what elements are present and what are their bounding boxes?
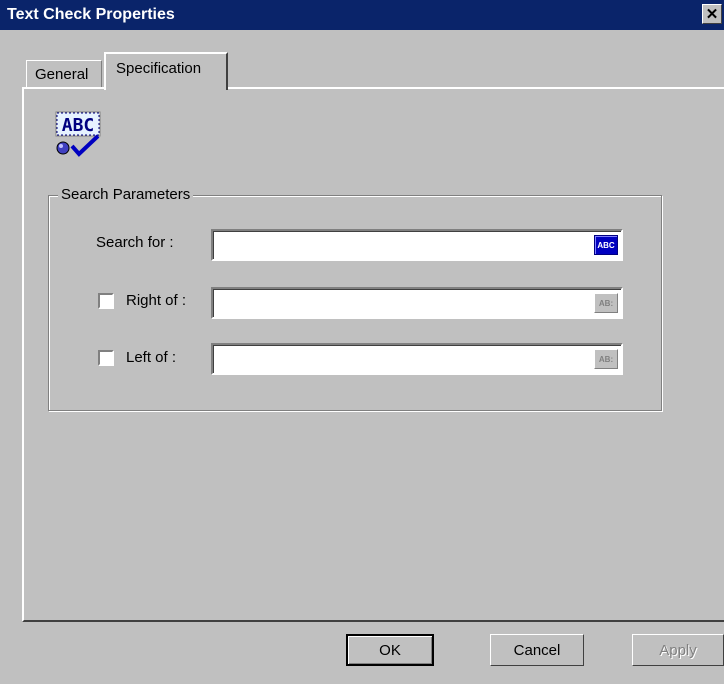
tab-general[interactable]: General (26, 60, 102, 88)
right-of-field[interactable]: AB: (211, 287, 623, 319)
right-of-label: Right of : (126, 292, 187, 309)
abc-disabled-icon: AB: (598, 298, 614, 308)
close-icon: ✕ (705, 5, 719, 23)
right-of-checkbox[interactable] (98, 293, 114, 309)
window-title: Text Check Properties (7, 6, 175, 23)
search-for-field[interactable]: ABC (211, 229, 623, 261)
search-parameters-label: Search Parameters (58, 186, 194, 203)
search-for-label: Search for : (96, 234, 174, 251)
tab-specification[interactable]: Specification (104, 52, 228, 90)
left-of-abc-button: AB: (594, 349, 618, 369)
right-of-abc-button: AB: (594, 293, 618, 313)
left-of-checkbox[interactable] (98, 350, 114, 366)
apply-button-label: Apply (659, 641, 697, 659)
abc-disabled-icon: AB: (598, 354, 614, 364)
tab-specification-label: Specification (116, 60, 202, 77)
abc-icon: ABC (597, 240, 615, 250)
abc-select-button[interactable]: ABC (594, 235, 618, 255)
apply-button: Apply (632, 634, 724, 666)
text-check-abc-icon: ABC (55, 111, 101, 157)
ok-button[interactable]: OK (346, 634, 434, 666)
ok-button-label: OK (379, 641, 401, 659)
cancel-button-label: Cancel (513, 641, 561, 659)
left-of-field[interactable]: AB: (211, 343, 623, 375)
title-bar: Text Check Properties ✕ (0, 0, 724, 30)
cancel-button[interactable]: Cancel (490, 634, 584, 666)
svg-text:ABC: ABC (62, 115, 95, 136)
close-button[interactable]: ✕ (702, 4, 722, 24)
tab-general-label: General (35, 66, 89, 83)
left-of-label: Left of : (126, 349, 177, 366)
